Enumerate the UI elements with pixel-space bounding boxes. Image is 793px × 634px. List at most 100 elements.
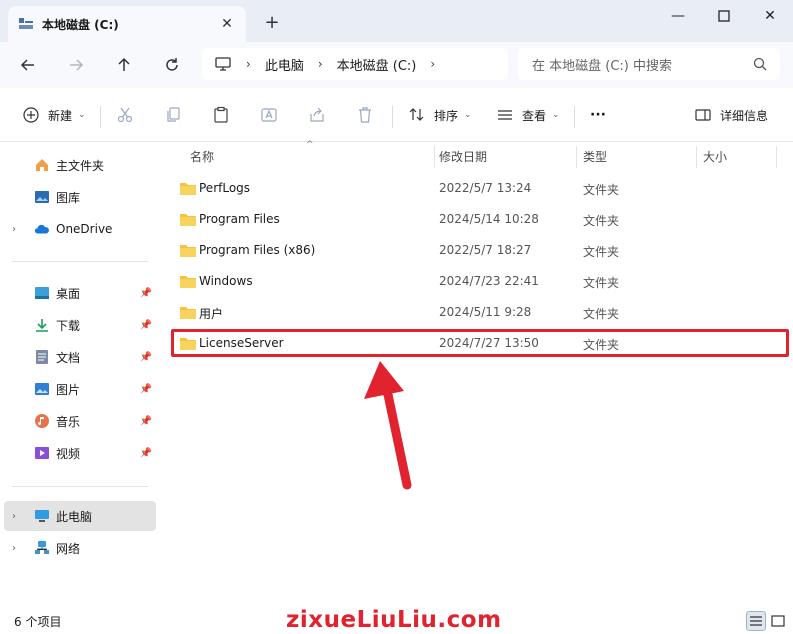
address-bar[interactable]: › 此电脑 › 本地磁盘 (C:) › bbox=[202, 48, 508, 80]
table-row[interactable]: Windows 2024/7/23 22:41 文件夹 bbox=[170, 267, 786, 297]
sidebar-item-label: 下载 bbox=[56, 318, 81, 333]
file-type: 文件夹 bbox=[583, 307, 620, 321]
sort-label: 排序 bbox=[434, 108, 459, 123]
forward-button[interactable] bbox=[62, 52, 90, 78]
annotation-arrow bbox=[364, 361, 412, 490]
download-icon bbox=[34, 317, 50, 333]
command-bar: 新建 ⌄ 排序 ⌄ 查看 ⌄ ··· 详细信息 bbox=[0, 88, 793, 142]
sidebar-item-this-pc[interactable]: › 此电脑 bbox=[4, 501, 156, 531]
sidebar-item-downloads[interactable]: 下载 📌 bbox=[0, 310, 158, 340]
view-button[interactable]: 查看 ⌄ bbox=[494, 102, 560, 128]
maximize-button[interactable] bbox=[702, 4, 746, 28]
rename-button[interactable] bbox=[258, 102, 280, 128]
cut-button[interactable] bbox=[114, 102, 136, 128]
document-icon bbox=[34, 349, 50, 365]
delete-button[interactable] bbox=[354, 102, 376, 128]
drive-icon bbox=[18, 16, 34, 32]
close-tab-icon[interactable]: ✕ bbox=[218, 15, 236, 33]
sidebar-divider bbox=[12, 486, 148, 487]
table-row[interactable]: Program Files (x86) 2022/5/7 18:27 文件夹 bbox=[170, 236, 786, 266]
search-icon bbox=[752, 56, 768, 72]
toolbar-divider bbox=[100, 106, 101, 128]
computer-icon bbox=[34, 508, 50, 524]
chevron-down-icon: ⌄ bbox=[464, 110, 472, 120]
details-view-button[interactable] bbox=[746, 611, 766, 631]
new-tab-button[interactable]: + bbox=[262, 12, 282, 33]
breadcrumb-this-pc[interactable]: 此电脑 bbox=[265, 55, 304, 74]
sidebar-item-home[interactable]: 主文件夹 bbox=[0, 150, 158, 180]
copy-button[interactable] bbox=[162, 102, 184, 128]
navigation-pane: 主文件夹 图库 › OneDrive 桌面 📌 下载 📌 文档 📌 图片 📌 音… bbox=[0, 142, 160, 606]
new-button[interactable]: 新建 ⌄ bbox=[20, 102, 86, 128]
sidebar-item-label: 图片 bbox=[56, 382, 81, 397]
pin-icon[interactable]: 📌 bbox=[140, 416, 152, 427]
details-pane-button[interactable]: 详细信息 bbox=[692, 102, 768, 128]
column-header-name[interactable]: 名称 bbox=[190, 142, 214, 170]
title-bar: 本地磁盘 (C:) ✕ + — ✕ bbox=[0, 0, 793, 42]
trash-icon bbox=[354, 104, 376, 126]
table-row[interactable]: 用户 2024/5/11 9:28 文件夹 bbox=[170, 298, 786, 328]
sidebar-item-label: 文档 bbox=[56, 350, 81, 365]
file-name: Program Files (x86) bbox=[199, 243, 316, 257]
refresh-button[interactable] bbox=[158, 52, 186, 78]
sidebar-item-documents[interactable]: 文档 📌 bbox=[0, 342, 158, 372]
up-button[interactable] bbox=[110, 52, 138, 78]
file-modified: 2024/5/14 10:28 bbox=[439, 212, 539, 226]
pin-icon[interactable]: 📌 bbox=[140, 352, 152, 363]
sort-button[interactable]: 排序 ⌄ bbox=[406, 102, 472, 128]
chevron-right-icon[interactable]: › bbox=[12, 511, 16, 522]
chevron-down-icon: ⌄ bbox=[552, 110, 560, 120]
tiles-view-button[interactable] bbox=[768, 611, 788, 631]
breadcrumb-local-disk[interactable]: 本地磁盘 (C:) bbox=[337, 55, 417, 74]
computer-icon bbox=[214, 56, 232, 72]
details-label: 详细信息 bbox=[720, 108, 769, 123]
tab-local-disk[interactable]: 本地磁盘 (C:) ✕ bbox=[8, 6, 246, 42]
share-button[interactable] bbox=[306, 102, 328, 128]
chevron-right-icon[interactable]: › bbox=[12, 224, 16, 235]
details-pane-icon bbox=[692, 104, 714, 126]
pin-icon[interactable]: 📌 bbox=[140, 320, 152, 331]
table-row[interactable]: Program Files 2024/5/14 10:28 文件夹 bbox=[170, 205, 786, 235]
column-divider[interactable] bbox=[776, 146, 777, 168]
pin-icon[interactable]: 📌 bbox=[140, 288, 152, 299]
column-divider[interactable] bbox=[576, 146, 577, 168]
sidebar-item-network[interactable]: › 网络 bbox=[0, 533, 158, 563]
pin-icon[interactable]: 📌 bbox=[140, 384, 152, 395]
sidebar-item-desktop[interactable]: 桌面 📌 bbox=[0, 278, 158, 308]
pin-icon[interactable]: 📌 bbox=[140, 448, 152, 459]
sidebar-item-music[interactable]: 音乐 📌 bbox=[0, 406, 158, 436]
more-options-button[interactable]: ··· bbox=[590, 102, 606, 128]
file-type: 文件夹 bbox=[583, 245, 620, 259]
sidebar-item-onedrive[interactable]: › OneDrive bbox=[0, 214, 158, 244]
column-divider[interactable] bbox=[696, 146, 697, 168]
sidebar-item-videos[interactable]: 视频 📌 bbox=[0, 438, 158, 468]
file-modified: 2022/5/7 18:27 bbox=[439, 243, 532, 257]
desktop-icon bbox=[34, 285, 50, 301]
chevron-right-icon[interactable]: › bbox=[430, 57, 435, 71]
minimize-button[interactable]: — bbox=[656, 4, 700, 28]
paste-button[interactable] bbox=[210, 102, 232, 128]
column-divider[interactable] bbox=[434, 146, 435, 168]
column-header-type[interactable]: 类型 bbox=[583, 142, 607, 170]
sidebar-item-gallery[interactable]: 图库 bbox=[0, 182, 158, 212]
music-icon bbox=[34, 413, 50, 429]
item-count: 6 个项目 bbox=[14, 615, 62, 629]
column-header-modified[interactable]: 修改日期 bbox=[439, 142, 487, 170]
watermark-text: zixueLiuLiu.com bbox=[286, 607, 502, 633]
home-icon bbox=[34, 157, 50, 173]
table-row[interactable]: PerfLogs 2022/5/7 13:24 文件夹 bbox=[170, 174, 786, 204]
file-name: 用户 bbox=[199, 307, 224, 321]
file-modified: 2024/7/23 22:41 bbox=[439, 274, 539, 288]
column-header-size[interactable]: 大小 bbox=[703, 142, 727, 170]
search-input[interactable]: 在 本地磁盘 (C:) 中搜索 bbox=[518, 48, 780, 80]
folder-icon bbox=[179, 305, 197, 320]
chevron-right-icon[interactable]: › bbox=[12, 543, 16, 554]
sidebar-item-label: 桌面 bbox=[56, 286, 81, 301]
folder-icon bbox=[179, 212, 197, 227]
close-window-button[interactable]: ✕ bbox=[748, 4, 792, 28]
sidebar-item-label: 视频 bbox=[56, 446, 81, 461]
back-button[interactable] bbox=[14, 52, 42, 78]
view-list-icon bbox=[494, 104, 516, 126]
sidebar-item-pictures[interactable]: 图片 📌 bbox=[0, 374, 158, 404]
gallery-icon bbox=[34, 189, 50, 205]
